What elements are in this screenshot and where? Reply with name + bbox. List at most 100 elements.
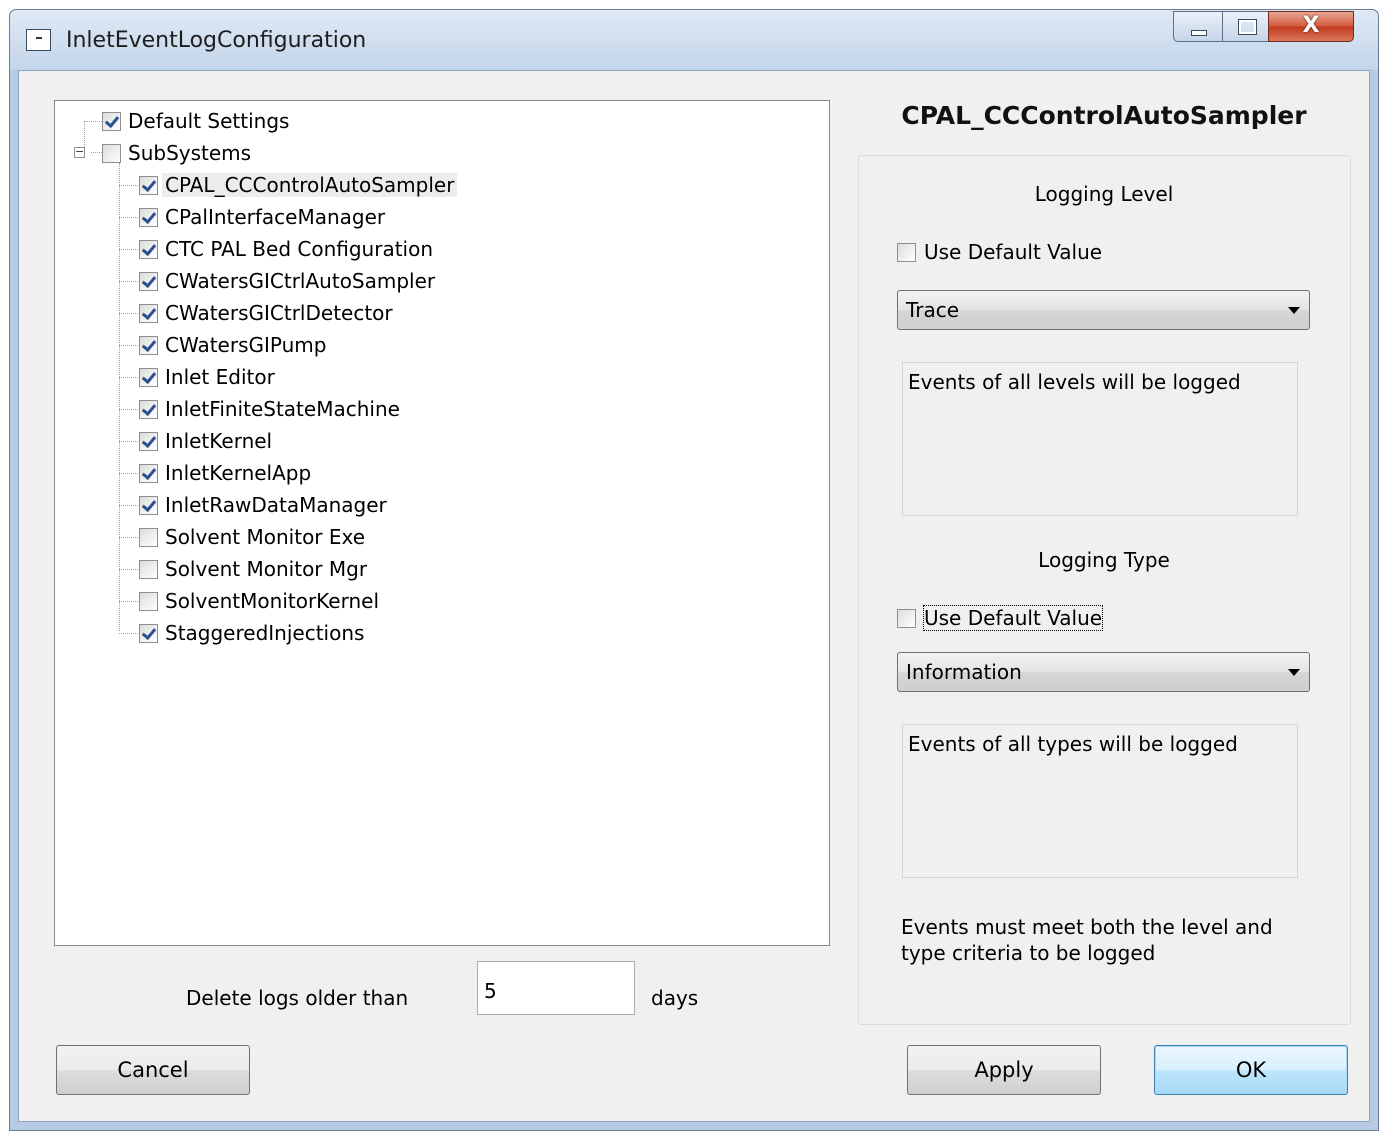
dropdown-arrow-icon [1288,669,1300,676]
subsystem-checkbox[interactable] [139,623,158,643]
tree-item-label: CTC PAL Bed Configuration [165,237,434,261]
dialog-window: InletEventLogConfiguration X − Default S… [9,9,1379,1131]
logging-type-selected: Information [906,660,1022,684]
level-use-default-checkbox[interactable] [897,242,916,262]
tree-item-subsystem[interactable]: InletKernelApp [139,459,314,487]
tree-item-label: CPAL_CCControlAutoSampler [162,173,458,197]
logging-level-heading: Logging Level [1034,182,1174,206]
tree-item-subsystem[interactable]: CPAL_CCControlAutoSampler [139,171,458,199]
app-window-icon [26,29,51,51]
subsystem-checkbox[interactable] [139,463,158,483]
tree-item-subsystem[interactable]: SolventMonitorKernel [139,587,382,615]
ok-button[interactable]: OK [1154,1045,1348,1095]
type-use-default-checkbox[interactable] [897,608,916,628]
tree-item-label: Inlet Editor [165,365,275,389]
tree-item-subsystem[interactable]: InletFiniteStateMachine [139,395,403,423]
maximize-icon [1238,19,1257,35]
subsystem-checkbox[interactable] [139,367,158,387]
tree-item-label: Default Settings [128,109,290,133]
logging-settings-group: Logging Level Use Default Value Trace Ev… [858,155,1351,1025]
tree-connector [119,217,138,218]
logging-level-description: Events of all levels will be logged [902,362,1298,516]
logging-type-dropdown[interactable]: Information [897,652,1310,692]
tree-item-label: InletKernelApp [165,461,312,485]
delete-logs-label: Delete logs older than [186,986,409,1010]
logging-type-description: Events of all types will be logged [902,724,1298,878]
level-use-default-label: Use Default Value [924,240,1103,264]
tree-item-subsystem[interactable]: InletKernel [139,427,275,455]
tree-item-subsystem[interactable]: CWatersGIPump [139,331,329,359]
subsystem-checkbox[interactable] [139,239,158,259]
subsystem-checkbox[interactable] [139,495,158,515]
dropdown-arrow-icon [1288,307,1300,314]
level-use-default-row[interactable]: Use Default Value [897,240,1102,264]
tree-item-subsystem[interactable]: CTC PAL Bed Configuration [139,235,436,263]
subsystem-checkbox[interactable] [139,591,158,611]
tree-item-default-settings[interactable]: Default Settings [102,107,292,135]
subsystem-checkbox[interactable] [139,271,158,291]
days-unit-label: days [651,986,699,1010]
tree-item-label: Solvent Monitor Mgr [165,557,368,581]
subsystem-checkbox[interactable] [139,559,158,579]
tree-connector [119,409,138,410]
dialog-client-area: − Default Settings SubSystems CPAL_CCCon… [18,70,1370,1122]
logging-level-selected: Trace [906,298,960,322]
tree-item-label: InletRawDataManager [165,493,387,517]
tree-connector [119,377,138,378]
tree-item-subsystem[interactable]: CWatersGICtrlAutoSampler [139,267,438,295]
selected-subsystem-title: CPAL_CCControlAutoSampler [901,101,1307,130]
tree-connector [84,121,102,122]
tree-connector [84,121,85,149]
tree-connector [119,281,138,282]
title-bar[interactable]: InletEventLogConfiguration X [10,10,1378,70]
tree-item-subsystem[interactable]: CPalInterfaceManager [139,203,388,231]
subsystem-tree[interactable]: − Default Settings SubSystems CPAL_CCCon… [54,100,830,946]
subsystem-checkbox[interactable] [139,175,158,195]
apply-button[interactable]: Apply [907,1045,1101,1095]
tree-item-label: CWatersGICtrlAutoSampler [165,269,436,293]
tree-connector [119,185,138,186]
cancel-button[interactable]: Cancel [56,1045,250,1095]
tree-item-label: CPalInterfaceManager [165,205,386,229]
tree-connector [119,473,138,474]
type-use-default-row[interactable]: Use Default Value [897,605,1104,631]
subsystem-checkbox[interactable] [139,303,158,323]
minimize-button[interactable] [1173,11,1223,42]
tree-item-subsystem[interactable]: InletRawDataManager [139,491,390,519]
maximize-button[interactable] [1222,11,1269,42]
default-settings-checkbox[interactable] [102,111,121,131]
tree-item-label: StaggeredInjections [165,621,365,645]
subsystem-checkbox[interactable] [139,335,158,355]
collapse-subsystems-icon[interactable]: − [74,146,85,158]
subsystem-checkbox[interactable] [139,431,158,451]
tree-item-subsystem[interactable]: CWatersGICtrlDetector [139,299,396,327]
tree-connector [119,505,138,506]
tree-connector [119,537,138,538]
tree-connector [119,345,138,346]
window-title: InletEventLogConfiguration [66,28,367,53]
tree-item-subsystem[interactable]: Solvent Monitor Exe [139,523,368,551]
subsystem-checkbox[interactable] [139,207,158,227]
subsystem-checkbox[interactable] [139,399,158,419]
close-button[interactable]: X [1268,11,1354,42]
tree-connector [91,152,102,153]
tree-item-subsystem[interactable]: Inlet Editor [139,363,278,391]
tree-item-subsystem[interactable]: Solvent Monitor Mgr [139,555,370,583]
logging-level-dropdown[interactable]: Trace [897,290,1310,330]
tree-connector [119,441,138,442]
criteria-note: Events must meet both the level and type… [901,915,1273,965]
minimize-icon [1191,30,1207,36]
subsystem-checkbox[interactable] [139,527,158,547]
tree-item-label: InletKernel [165,429,273,453]
tree-item-label: SubSystems [128,141,252,165]
tree-connector [119,569,138,570]
tree-connector [119,249,138,250]
tree-connector [119,313,138,314]
tree-item-label: CWatersGICtrlDetector [165,301,393,325]
retention-days-input[interactable] [477,961,635,1015]
tree-item-subsystem[interactable]: StaggeredInjections [139,619,367,647]
logging-type-heading: Logging Type [1038,548,1170,572]
tree-item-subsystems[interactable]: SubSystems [102,139,254,167]
tree-connector [119,163,120,631]
subsystems-checkbox[interactable] [102,143,121,163]
